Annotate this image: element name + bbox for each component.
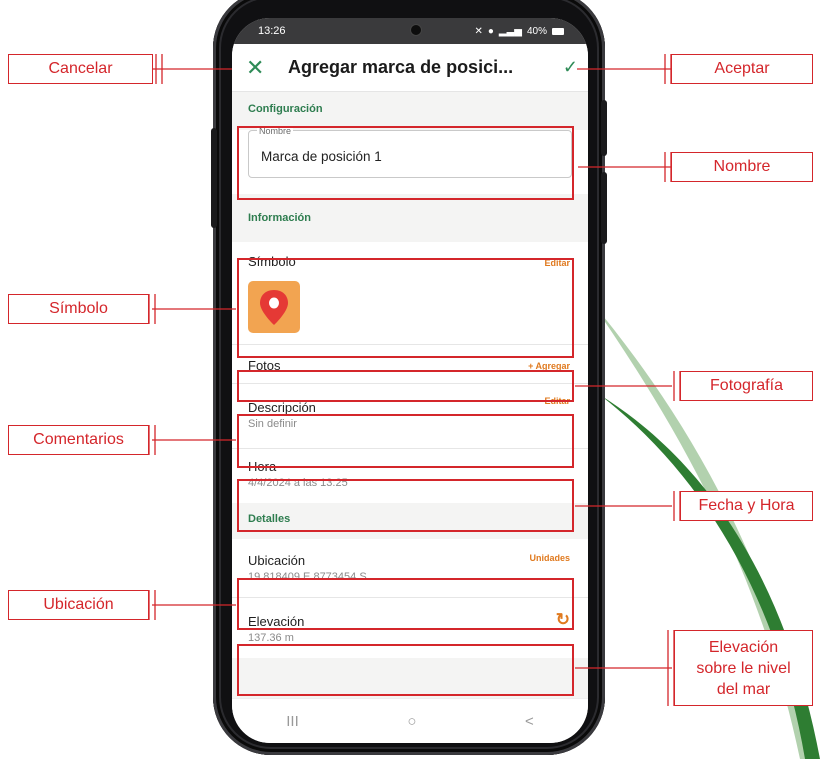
highlight-elevacion xyxy=(237,644,574,696)
highlight-hora xyxy=(237,479,574,532)
camera-icon xyxy=(410,24,422,36)
callout-elevacion-line2: sobre le nivel xyxy=(696,659,791,677)
page-title: Agregar marca de posici... xyxy=(288,57,514,77)
location-label: Ubicación xyxy=(248,553,306,568)
mute-icon: ✕ xyxy=(474,25,483,37)
callout-nombre: Nombre xyxy=(671,152,813,182)
units-button[interactable]: Unidades xyxy=(529,553,570,563)
highlight-simbolo xyxy=(237,258,574,358)
highlight-descripcion xyxy=(237,414,574,468)
section-informacion: Información xyxy=(248,212,311,224)
callout-simbolo: Símbolo xyxy=(8,294,149,324)
callout-elevacion-line1: Elevación xyxy=(708,638,779,656)
android-nav-bar: III ○ < xyxy=(232,698,588,743)
elevation-value: 137.36 m xyxy=(248,632,294,644)
app-bar: ✕ Agregar marca de posici... ✓ xyxy=(232,44,588,92)
callout-aceptar: Aceptar xyxy=(671,54,813,84)
highlight-fotos xyxy=(237,370,574,402)
callout-elevacion-line3: del mar xyxy=(716,680,771,698)
check-icon[interactable]: ✓ xyxy=(554,57,578,78)
battery-text: 40% xyxy=(526,25,547,37)
status-icons: ✕ ● ▂▃▅ 40% xyxy=(474,26,564,37)
back-button[interactable]: < xyxy=(525,713,534,730)
power-button xyxy=(601,100,607,156)
recents-button[interactable]: III xyxy=(286,713,299,730)
description-label: Descripción xyxy=(248,400,316,415)
signal-icon: ▂▃▅ xyxy=(498,25,522,37)
callout-elevacion: Elevación sobre le nivel del mar xyxy=(674,630,813,706)
callout-ubicacion: Ubicación xyxy=(8,590,149,620)
home-button[interactable]: ○ xyxy=(407,713,416,730)
close-icon[interactable]: ✕ xyxy=(246,55,276,81)
side-button xyxy=(601,172,607,244)
callout-fotografia: Fotografía xyxy=(680,371,813,401)
status-bar: 13:26 ✕ ● ▂▃▅ 40% xyxy=(232,18,588,44)
status-time: 13:26 xyxy=(258,25,286,37)
highlight-ubicacion xyxy=(237,578,574,630)
callout-cancelar: Cancelar xyxy=(8,54,153,84)
battery-icon xyxy=(552,27,564,35)
section-configuracion: Configuración xyxy=(248,103,323,115)
location-icon: ● xyxy=(487,25,494,37)
volume-button xyxy=(211,128,217,228)
callout-fecha-hora: Fecha y Hora xyxy=(680,491,813,521)
callout-comentarios: Comentarios xyxy=(8,425,149,455)
highlight-nombre xyxy=(237,126,574,200)
